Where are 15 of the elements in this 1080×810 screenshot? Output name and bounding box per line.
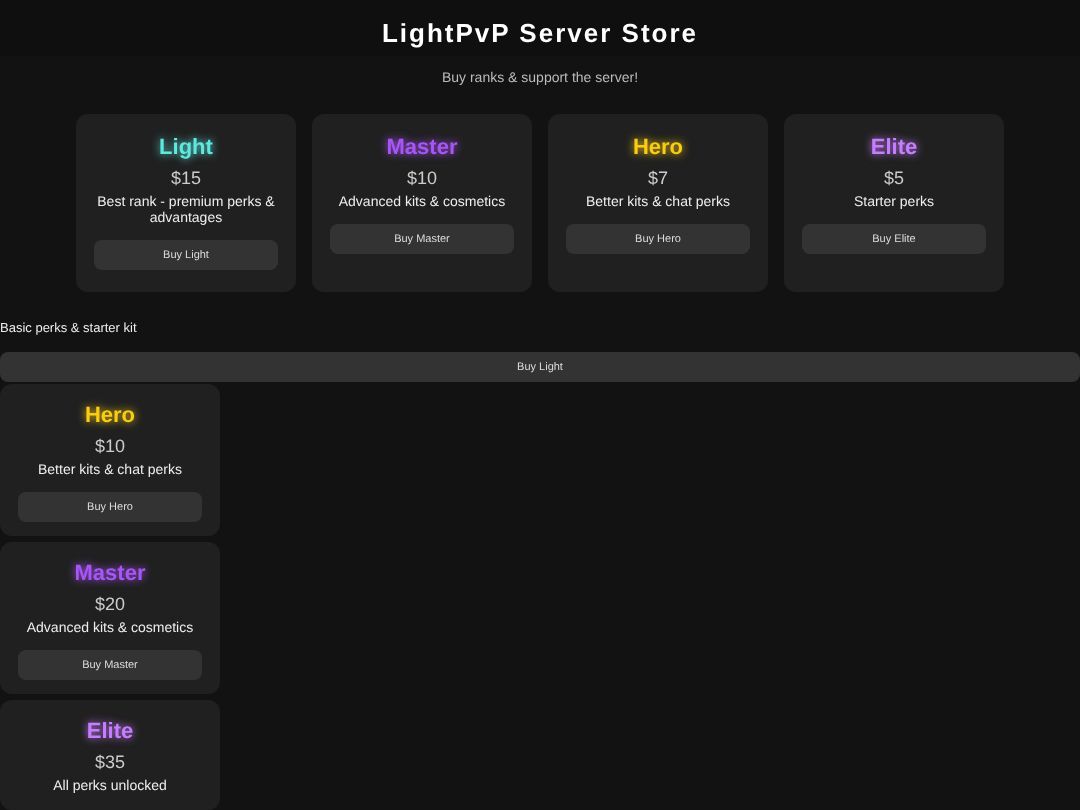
rank-name: Elite [870,136,918,160]
rank-name: Elite [86,720,134,745]
rank-price: $10 [94,436,126,456]
rank-price: $15 [170,168,202,188]
rank-name: Light [159,136,213,160]
rank-price: $5 [883,168,904,188]
rank-price: $35 [94,752,126,773]
store-title: LightPvP Server Store [381,18,699,48]
rank-price: $7 [647,168,668,188]
rank-price: $20 [94,594,126,615]
rank-price: $10 [406,168,438,188]
rank-name: Hero [632,136,684,160]
rank-name: Master [386,136,458,160]
rank-name: Hero [84,404,136,428]
rank-name: Master [74,562,146,587]
